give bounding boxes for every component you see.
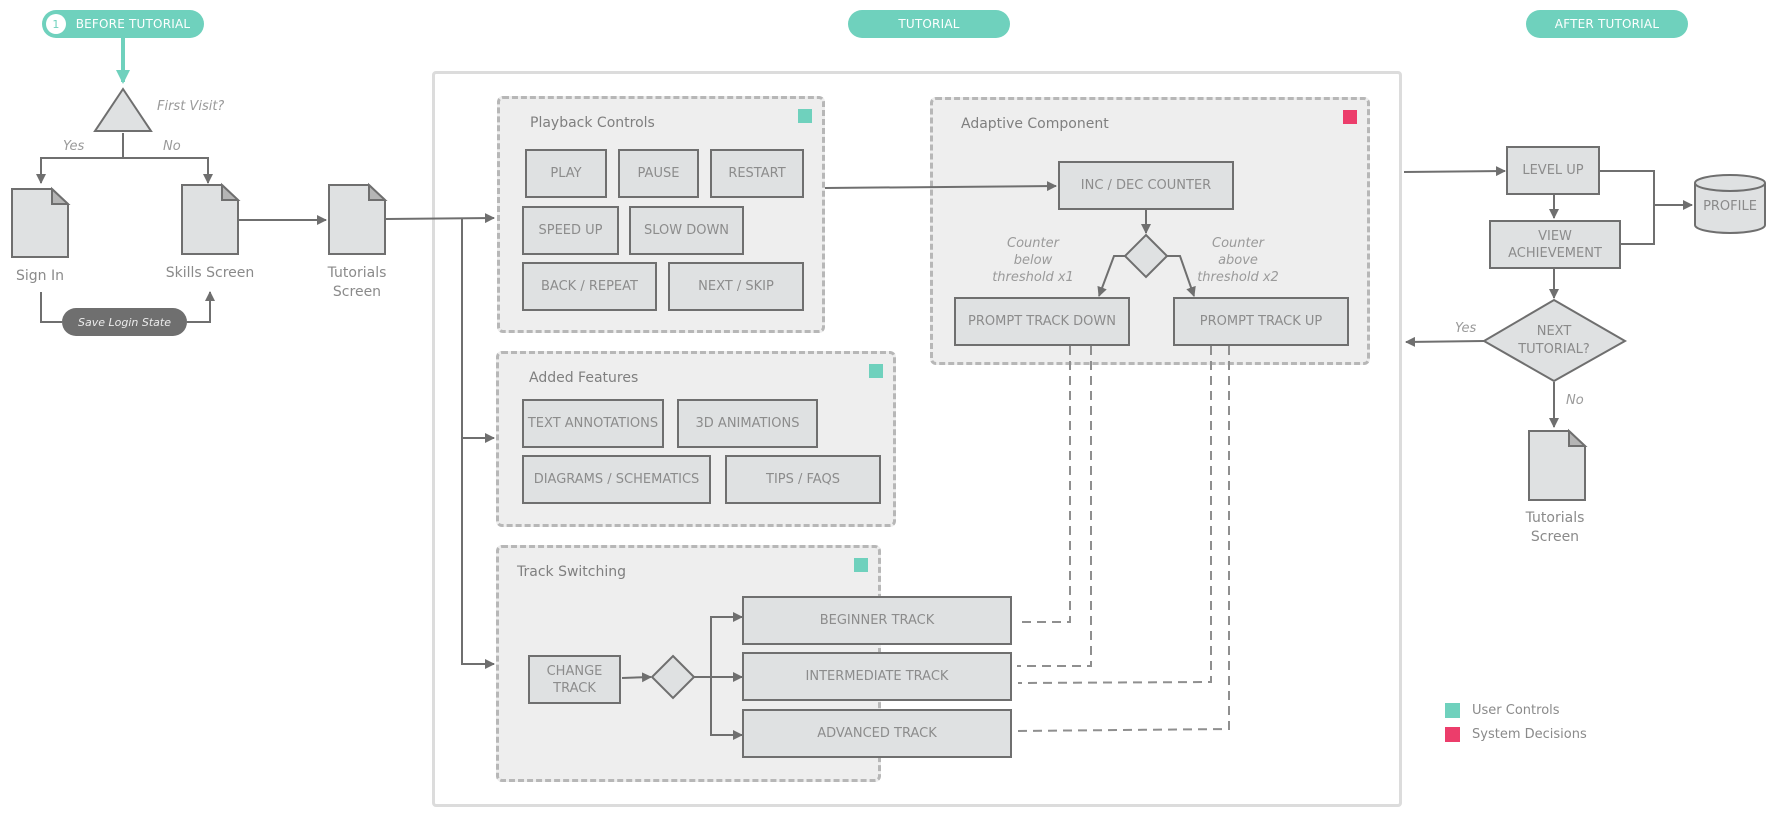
advanced-track-button[interactable]: ADVANCED TRACK bbox=[742, 709, 1012, 758]
arrow-no bbox=[123, 157, 213, 184]
speed-up-button[interactable]: SPEED UP bbox=[522, 206, 619, 255]
arrow-save-login bbox=[40, 292, 62, 323]
next-no-label: No bbox=[1566, 393, 1584, 408]
next-skip-button[interactable]: NEXT / SKIP bbox=[668, 262, 804, 311]
change-track-button[interactable]: CHANGE TRACK bbox=[528, 655, 621, 704]
restart-button[interactable]: RESTART bbox=[710, 149, 804, 198]
no-label: No bbox=[163, 139, 181, 154]
save-login-state: Save Login State bbox=[62, 308, 187, 336]
level-up-box: LEVEL UP bbox=[1506, 146, 1600, 195]
legend-label: User Controls bbox=[1472, 703, 1560, 718]
back-repeat-button[interactable]: BACK / REPEAT bbox=[522, 262, 657, 311]
beginner-track-button[interactable]: BEGINNER TRACK bbox=[742, 596, 1012, 645]
dashed-up-advanced bbox=[1015, 346, 1230, 732]
view-achievement-box: VIEW ACHIEVEMENT bbox=[1489, 220, 1621, 269]
prompt-track-down: PROMPT TRACK DOWN bbox=[954, 297, 1130, 346]
3d-animations-button[interactable]: 3D ANIMATIONS bbox=[677, 399, 818, 448]
arrow-advanced bbox=[710, 677, 743, 740]
counter-above-note: Counter above threshold x2 bbox=[1197, 236, 1279, 285]
tips-faqs-button[interactable]: TIPS / FAQS bbox=[725, 455, 881, 504]
first-visit-label: First Visit? bbox=[157, 99, 225, 114]
diagrams-schematics-button[interactable]: DIAGRAMS / SCHEMATICS bbox=[522, 455, 711, 504]
arrow-above bbox=[1167, 255, 1196, 297]
legend-swatch bbox=[1445, 703, 1460, 718]
dashed-down-beginner bbox=[1019, 346, 1071, 623]
prompt-track-up: PROMPT TRACK UP bbox=[1173, 297, 1349, 346]
next-yes-label: Yes bbox=[1455, 321, 1477, 336]
dashed-down-intermediate bbox=[1017, 346, 1092, 667]
legend-label: System Decisions bbox=[1472, 727, 1587, 742]
dashed-up-intermediate bbox=[1017, 346, 1212, 684]
tutorials-screen-label[interactable]: Tutorials Screen bbox=[322, 264, 392, 302]
inc-dec-counter: INC / DEC COUNTER bbox=[1058, 161, 1234, 210]
next-tutorial-label: NEXT TUTORIAL? bbox=[1518, 324, 1590, 357]
arrow-to-added bbox=[461, 219, 495, 443]
arrow-change-diamond bbox=[621, 672, 652, 683]
arrow-below bbox=[1097, 255, 1125, 297]
intermediate-track-button[interactable]: INTERMEDIATE TRACK bbox=[742, 652, 1012, 701]
legend-system-decisions: System Decisions bbox=[1445, 727, 1587, 742]
counter-below-note: Counter below threshold x1 bbox=[992, 236, 1074, 285]
pause-button[interactable]: PAUSE bbox=[618, 149, 699, 198]
arrow-to-level-up bbox=[1403, 166, 1506, 177]
arrow-to-playback bbox=[385, 213, 495, 224]
first-visit-triangle bbox=[93, 87, 153, 132]
arrow-next-yes bbox=[1405, 336, 1485, 347]
skills-screen-label[interactable]: Skills Screen bbox=[150, 265, 270, 281]
yes-label: Yes bbox=[63, 139, 85, 154]
arrow-beginner bbox=[694, 612, 743, 678]
tutorials-screen-after-label[interactable]: Tutorials Screen bbox=[1520, 509, 1590, 547]
arrow-save-login-2 bbox=[187, 291, 215, 323]
slow-down-button[interactable]: SLOW DOWN bbox=[629, 206, 744, 255]
track-decision-diamond bbox=[650, 654, 696, 700]
legend-swatch bbox=[1445, 727, 1460, 742]
adaptive-decision-diamond bbox=[1123, 233, 1169, 279]
profile-label: PROFILE bbox=[1703, 199, 1757, 214]
arrow-to-track bbox=[461, 438, 495, 669]
legend-user-controls: User Controls bbox=[1445, 703, 1560, 718]
arrow-to-counter bbox=[824, 181, 1057, 192]
sign-in-label[interactable]: Sign In bbox=[0, 268, 80, 284]
play-button[interactable]: PLAY bbox=[525, 149, 607, 198]
arrow-view-profile bbox=[1620, 200, 1693, 245]
text-annotations-button[interactable]: TEXT ANNOTATIONS bbox=[522, 399, 664, 448]
